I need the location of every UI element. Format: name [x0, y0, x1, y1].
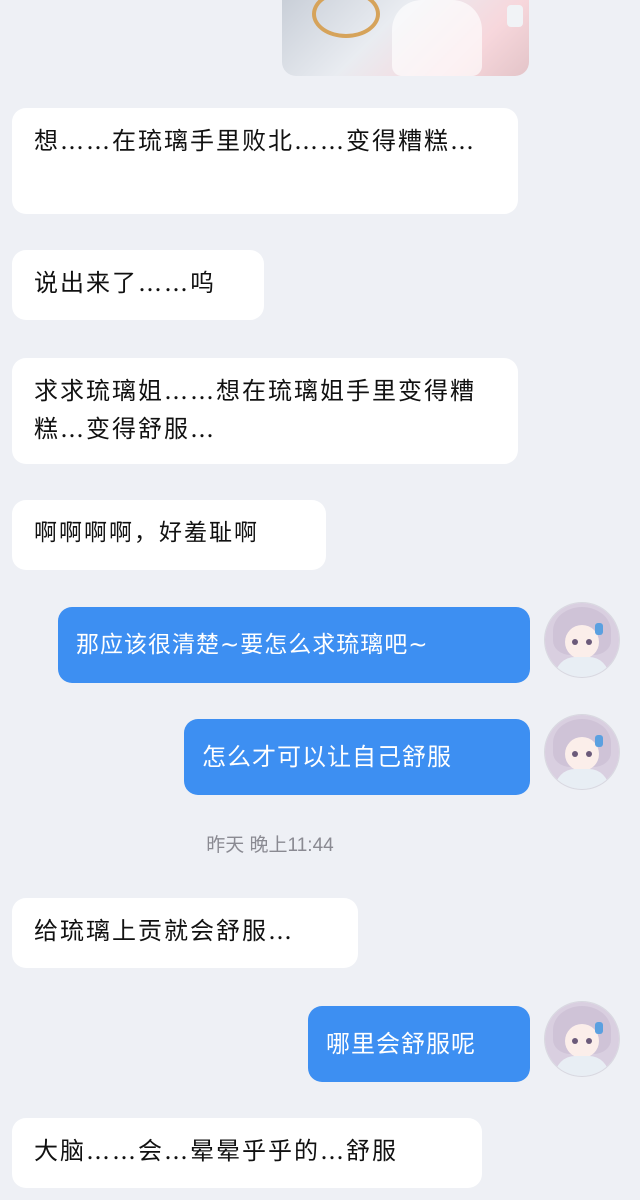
message-text: 怎么才可以让自己舒服 — [202, 743, 452, 771]
message-text: 说出来了……呜 — [34, 269, 216, 297]
message-text: 那应该很清楚~要怎么求琉璃吧~ — [76, 632, 429, 658]
user-avatar[interactable] — [545, 715, 619, 789]
message-text: 大脑……会…晕晕乎乎的…舒服 — [34, 1137, 398, 1165]
message-text: 求求琉璃姐……想在琉璃姐手里变得糟糕…变得舒服… — [34, 377, 476, 443]
message-text: 给琉璃上贡就会舒服… — [34, 917, 294, 945]
incoming-message[interactable]: 给琉璃上贡就会舒服… — [12, 898, 358, 968]
outgoing-message[interactable]: 怎么才可以让自己舒服 — [184, 719, 530, 795]
avatar-body — [555, 769, 609, 789]
outgoing-message[interactable]: 那应该很清楚~要怎么求琉璃吧~ — [58, 607, 530, 683]
user-avatar[interactable] — [545, 603, 619, 677]
incoming-message[interactable]: 想……在琉璃手里败北……变得糟糕… — [12, 108, 518, 214]
avatar-eye — [572, 1038, 578, 1044]
user-avatar[interactable] — [545, 1002, 619, 1076]
image-detail — [312, 0, 380, 38]
avatar-eye — [586, 639, 592, 645]
avatar-eye — [572, 639, 578, 645]
avatar-eye — [586, 751, 592, 757]
avatar-face — [565, 737, 599, 771]
incoming-message[interactable]: 说出来了……呜 — [12, 250, 264, 320]
image-detail — [507, 5, 523, 27]
outgoing-message[interactable]: 哪里会舒服呢 — [308, 1006, 530, 1082]
received-image-message[interactable] — [282, 0, 529, 76]
incoming-message[interactable]: 大脑……会…晕晕乎乎的…舒服 — [12, 1118, 482, 1188]
message-text: 想……在琉璃手里败北……变得糟糕… — [34, 127, 476, 155]
message-text: 哪里会舒服呢 — [326, 1030, 476, 1058]
message-timestamp: 昨天 晚上11:44 — [206, 835, 334, 856]
avatar-face — [565, 1024, 599, 1058]
avatar-hairclip — [595, 735, 603, 747]
avatar-hairclip — [595, 623, 603, 635]
image-detail — [392, 0, 482, 76]
avatar-hairclip — [595, 1022, 603, 1034]
avatar-body — [555, 1056, 609, 1076]
avatar-eye — [572, 751, 578, 757]
avatar-face — [565, 625, 599, 659]
incoming-message[interactable]: 求求琉璃姐……想在琉璃姐手里变得糟糕…变得舒服… — [12, 358, 518, 464]
avatar-eye — [586, 1038, 592, 1044]
incoming-message[interactable]: 啊啊啊啊，好羞耻啊 — [12, 500, 326, 570]
avatar-body — [555, 657, 609, 677]
message-text: 啊啊啊啊，好羞耻啊 — [34, 520, 259, 546]
